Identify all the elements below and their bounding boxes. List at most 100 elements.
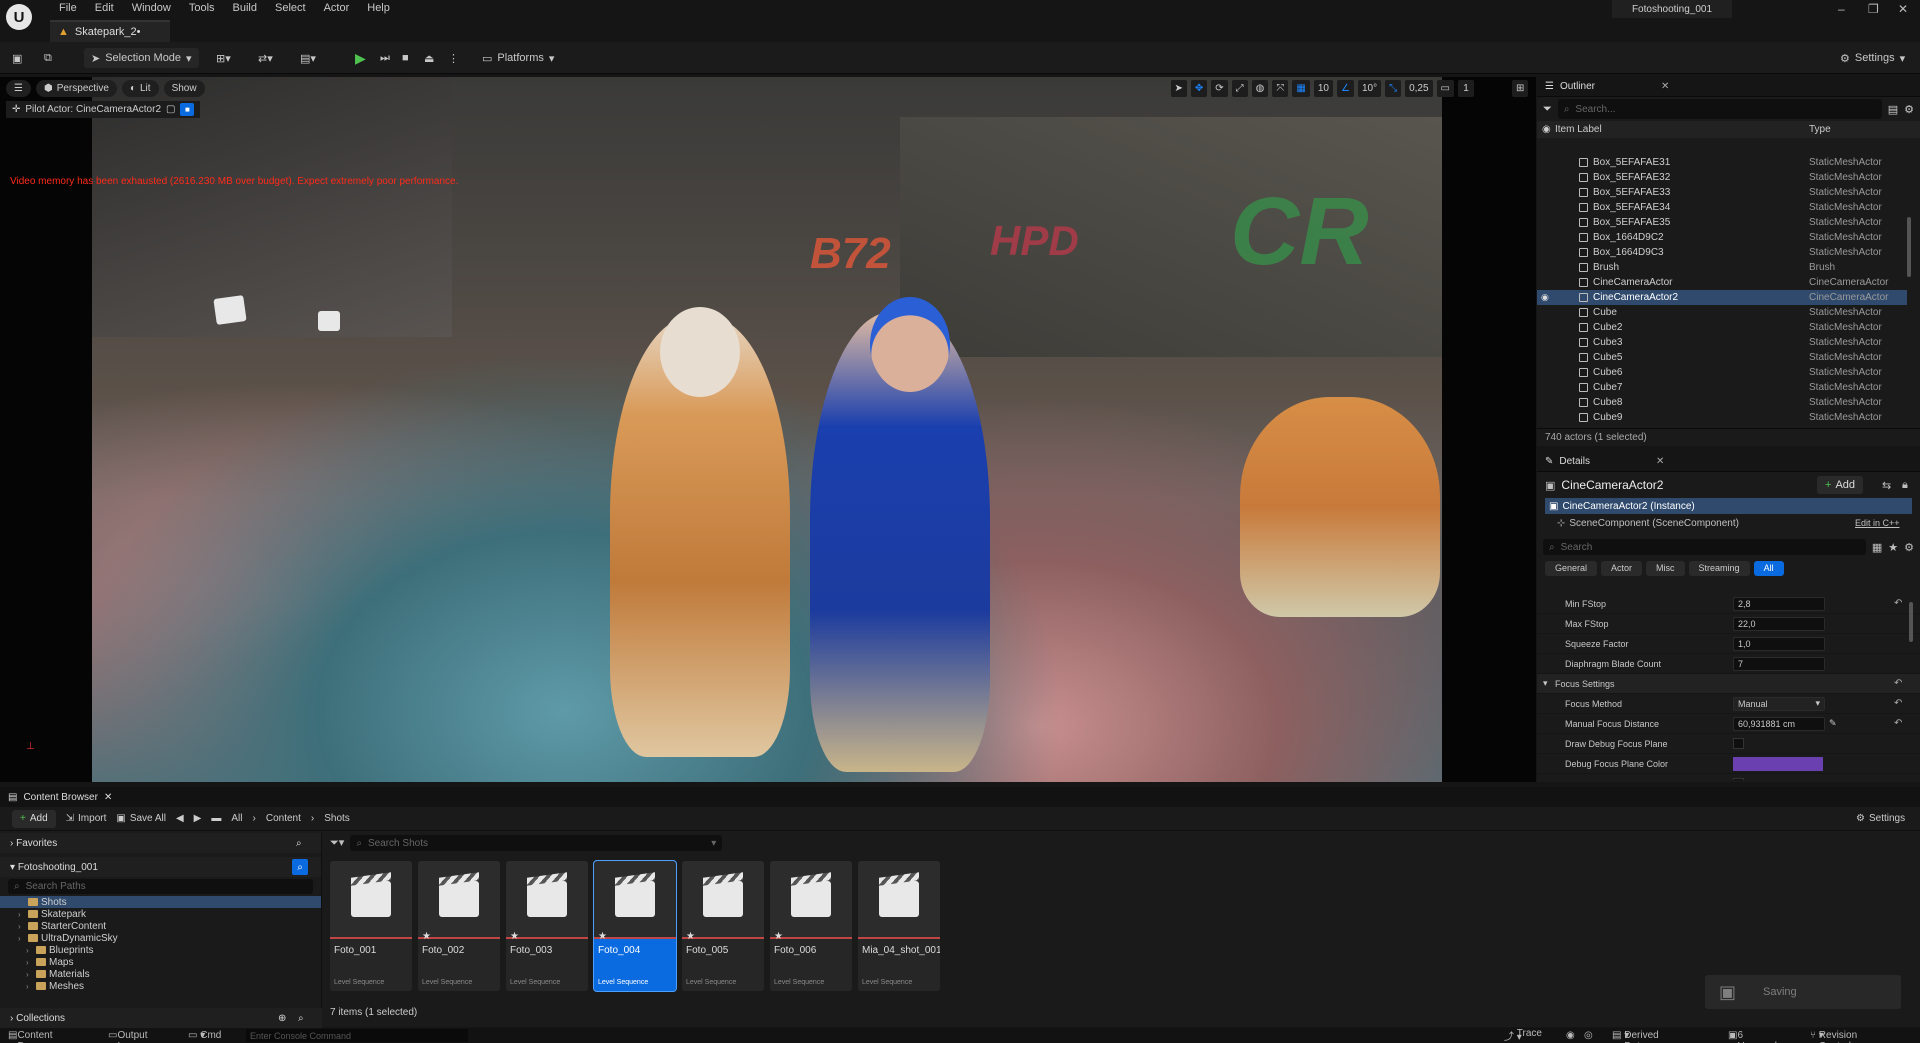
close-icon[interactable]: ✕ [1656,456,1664,467]
outliner-row[interactable]: Box_5EFAFAE32 StaticMeshActor [1537,170,1907,185]
checkbox[interactable] [1733,778,1744,780]
level-viewport[interactable]: B72 HPD CR ☰ ⬢ Perspective ◐ Lit Show ✛ Pi… [0,77,1536,782]
add-collection-icon[interactable]: ⊕ [278,1013,286,1024]
outliner-scrollbar[interactable] [1907,217,1911,277]
camera-speed-value[interactable]: 1 [1458,80,1474,97]
blueprint-icon[interactable]: ⇄▾ [258,48,273,68]
outliner-row[interactable]: Cube5 StaticMeshActor [1537,350,1907,365]
grid-snap-icon[interactable]: ▦ [1292,80,1310,97]
viewport-layout-icon[interactable]: ⊞ [1512,80,1529,97]
show-button[interactable]: Show [163,80,205,97]
details-scrollbar[interactable] [1909,602,1913,642]
outliner-row[interactable]: Cube7 StaticMeshActor [1537,380,1907,395]
lock-icon[interactable]: ▢ [166,104,175,115]
tree-folder[interactable]: Shots [0,896,321,908]
menu-build[interactable]: Build [224,2,266,14]
unsaved-button[interactable]: ▣ 6 Unsaved [1728,1030,1777,1043]
add-button[interactable]: + Add [12,809,56,828]
outliner-row[interactable]: Cube9 StaticMeshActor [1537,410,1907,425]
cinematics-icon[interactable]: ▤▾ [300,48,316,68]
filter-icon[interactable]: ⏷ [1543,103,1552,116]
asset-tile[interactable]: ★ Foto_006 Level Sequence [770,861,852,991]
breadcrumb-content[interactable]: Content [266,813,301,824]
add-component-button[interactable]: + Add [1817,476,1864,494]
grid-snap-value[interactable]: 10 [1313,80,1333,97]
tree-folder[interactable]: › Materials [0,968,321,980]
asset-tile[interactable]: ★ Foto_002 Level Sequence [418,861,500,991]
select-tool-icon[interactable]: ➤ [1170,80,1187,97]
collections-header[interactable]: › Collections ⊕ ⌕ [0,1008,322,1028]
outliner-search[interactable]: ⌕ Search... [1557,99,1882,119]
reset-icon[interactable]: ↶ [1894,698,1902,709]
checkbox[interactable] [1733,738,1744,749]
save-icon[interactable]: ▣ [12,48,22,68]
property-value[interactable]: 60,931881 cm [1733,716,1825,731]
console-input[interactable]: Enter Console Command [246,1029,468,1042]
tree-folder[interactable]: › Maps [0,956,321,968]
outliner-row[interactable]: Brush Brush [1537,260,1907,275]
platforms-button[interactable]: ▭ Platforms ▾ [482,48,554,68]
menu-edit[interactable]: Edit [86,2,123,14]
search-paths-input[interactable]: ⌕ Search Paths [8,879,313,894]
restore-icon[interactable]: ❐ [1868,2,1879,16]
gear-icon[interactable]: ⚙ [1904,103,1914,116]
tree-folder[interactable]: › Meshes [0,980,321,992]
outliner-row[interactable]: Cube6 StaticMeshActor [1537,365,1907,380]
filter-tab[interactable]: Actor [1601,560,1643,576]
asset-tile[interactable]: ★ Foto_004 Level Sequence [593,860,677,992]
property-value[interactable]: 22,0 [1733,616,1825,631]
grid-view-icon[interactable]: ▦ [1872,541,1882,554]
gear-icon[interactable]: ⚙ [1904,541,1914,554]
play-icon[interactable]: ▶ [355,48,366,68]
browse-icon[interactable]: ⧉ [44,48,52,68]
reset-icon[interactable]: ↶ [1894,678,1902,689]
details-search[interactable]: ⌕ Search [1543,539,1866,555]
asset-tile[interactable]: ★ Foto_003 Level Sequence [506,861,588,991]
component-row[interactable]: ⊹ SceneComponent (SceneComponent) Edit i… [1537,514,1920,532]
favorites-header[interactable]: › Favorites ⌕ [0,833,321,853]
reset-icon[interactable]: ↶ [1894,718,1902,729]
save-all-button[interactable]: ▣ Save All [116,813,166,824]
lit-button[interactable]: ◐ Lit [121,80,159,97]
tree-folder[interactable]: › Skatepark [0,908,321,920]
tree-folder[interactable]: › Blueprints [0,944,321,956]
import-button[interactable]: ⇲ Import [66,813,107,824]
focus-method-dropdown[interactable]: Manual ▾ [1733,696,1825,711]
outliner-row[interactable]: ◉ CineCameraActor2 CineCameraActor [1537,290,1907,305]
lock-icon[interactable]: 🔒︎ [1902,479,1908,492]
reset-icon[interactable]: ↶ [1894,598,1902,609]
property-value[interactable]: 2,8 [1733,596,1825,611]
outliner-row[interactable]: Cube StaticMeshActor [1537,305,1907,320]
project-header[interactable]: ▾ Fotoshooting_001 ⌕ [0,857,321,877]
menu-window[interactable]: Window [123,2,180,14]
move-tool-icon[interactable]: ✥ [1190,80,1208,97]
filter-tab[interactable]: General [1545,560,1598,576]
filter-tab[interactable]: All [1753,560,1784,576]
stop-icon[interactable]: ■ [402,48,409,68]
outliner-row[interactable]: Cube3 StaticMeshActor [1537,335,1907,350]
close-icon[interactable]: ✕ [104,792,112,803]
color-swatch[interactable] [1733,756,1823,771]
column-item-label[interactable]: Item Label [1555,124,1602,135]
scale-tool-icon[interactable]: ⤢ [1231,80,1248,97]
cmd-button[interactable]: ▭ Cmd ▾ [188,1030,221,1041]
eject-icon[interactable]: ⏏ [424,48,434,68]
derived-data-button[interactable]: ▤ Derived Data ▾ [1612,1030,1659,1043]
search-shots-input[interactable]: ⌕ Search Shots ▾ [350,835,723,851]
record-icon[interactable]: ◉ [1566,1030,1575,1041]
column-type[interactable]: Type [1809,124,1831,135]
property-value[interactable]: 1,0 [1733,636,1825,651]
surface-snap-icon[interactable]: ⤧ [1272,80,1289,97]
menu-tools[interactable]: Tools [180,2,224,14]
add-actor-icon[interactable]: ⊞▾ [216,48,231,68]
viewport-menu-icon[interactable]: ☰ [6,80,31,97]
revision-control-button[interactable]: ⑂ Revision Control ▾ [1810,1030,1857,1043]
outliner-row[interactable]: Box_5EFAFAE31 StaticMeshActor [1537,155,1907,170]
more-options-icon[interactable]: ⋮ [448,48,459,68]
camera-speed-icon[interactable]: ▭ [1436,80,1454,97]
outliner-row[interactable]: Box_5EFAFAE34 StaticMeshActor [1537,200,1907,215]
filter-tab[interactable]: Misc [1646,560,1685,576]
angle-snap-icon[interactable]: ∠ [1336,80,1354,97]
close-icon[interactable]: ✕ [1898,2,1908,16]
tree-folder[interactable]: › StarterContent [0,920,321,932]
